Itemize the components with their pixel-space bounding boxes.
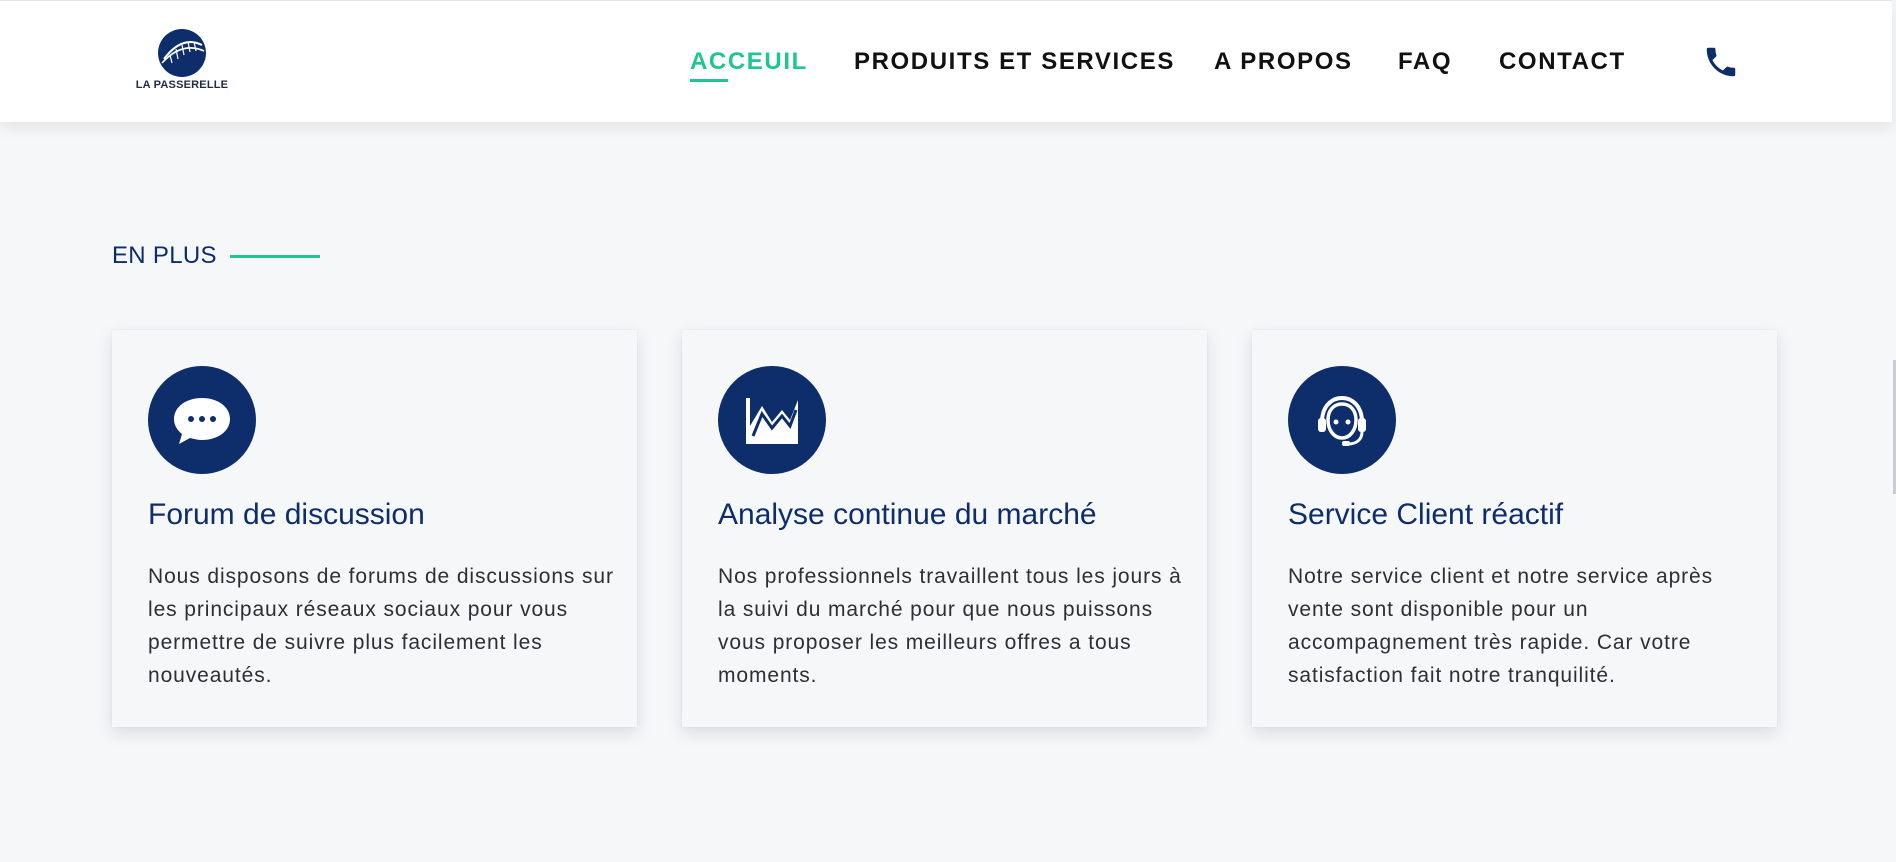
chart-line-icon [718,366,826,474]
feature-card-service-client: Service Client réactif Notre service cli… [1252,330,1777,727]
active-nav-underline [690,79,728,82]
card-title: Forum de discussion [148,498,425,531]
nav-item-acceuil[interactable]: ACCEUIL [690,48,808,76]
card-description: Nos professionnels travaillent tous les … [718,565,1182,687]
bridge-logo-icon [158,29,206,77]
section-label-line [230,255,320,258]
nav-item-contact[interactable]: CONTACT [1499,48,1626,76]
card-description: Nous disposons de forums de discussions … [148,565,614,687]
card-description: Notre service client et notre service ap… [1288,565,1714,687]
customer-support-icon [1288,366,1396,474]
nav-item-a-propos[interactable]: A PROPOS [1214,48,1353,76]
phone-icon[interactable] [1702,43,1740,81]
feature-card-forum: Forum de discussion Nous disposons de fo… [112,330,637,727]
brand-name: LA PASSERELLE [135,79,229,91]
site-header: LA PASSERELLE ACCEUIL PRODUITS ET SERVIC… [0,0,1892,122]
nav-item-faq[interactable]: FAQ [1398,48,1452,76]
card-title: Service Client réactif [1288,498,1564,531]
brand-logo[interactable]: LA PASSERELLE [134,29,230,93]
feature-card-analyse: Analyse continue du marché Nos professio… [682,330,1207,727]
nav-item-produits-et-services[interactable]: PRODUITS ET SERVICES [854,48,1175,76]
chat-bubble-icon [148,366,256,474]
card-title: Analyse continue du marché [718,498,1097,531]
section-label: EN PLUS [112,242,217,269]
